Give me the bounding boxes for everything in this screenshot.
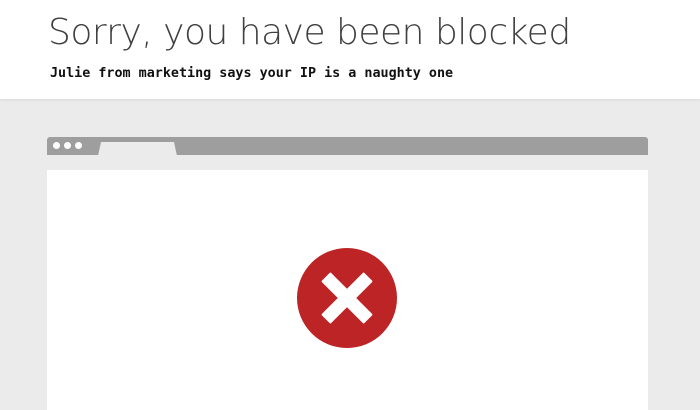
browser-tab xyxy=(98,142,177,156)
error-x-icon xyxy=(297,248,397,348)
window-dot-icon xyxy=(64,142,71,149)
window-dot-icon xyxy=(75,142,82,149)
page-title: Sorry, you have been blocked xyxy=(48,12,571,53)
window-dot-icon xyxy=(53,142,60,149)
page-subtitle: Julie from marketing says your IP is a n… xyxy=(50,66,454,81)
page-header: Sorry, you have been blocked Julie from … xyxy=(0,0,700,99)
